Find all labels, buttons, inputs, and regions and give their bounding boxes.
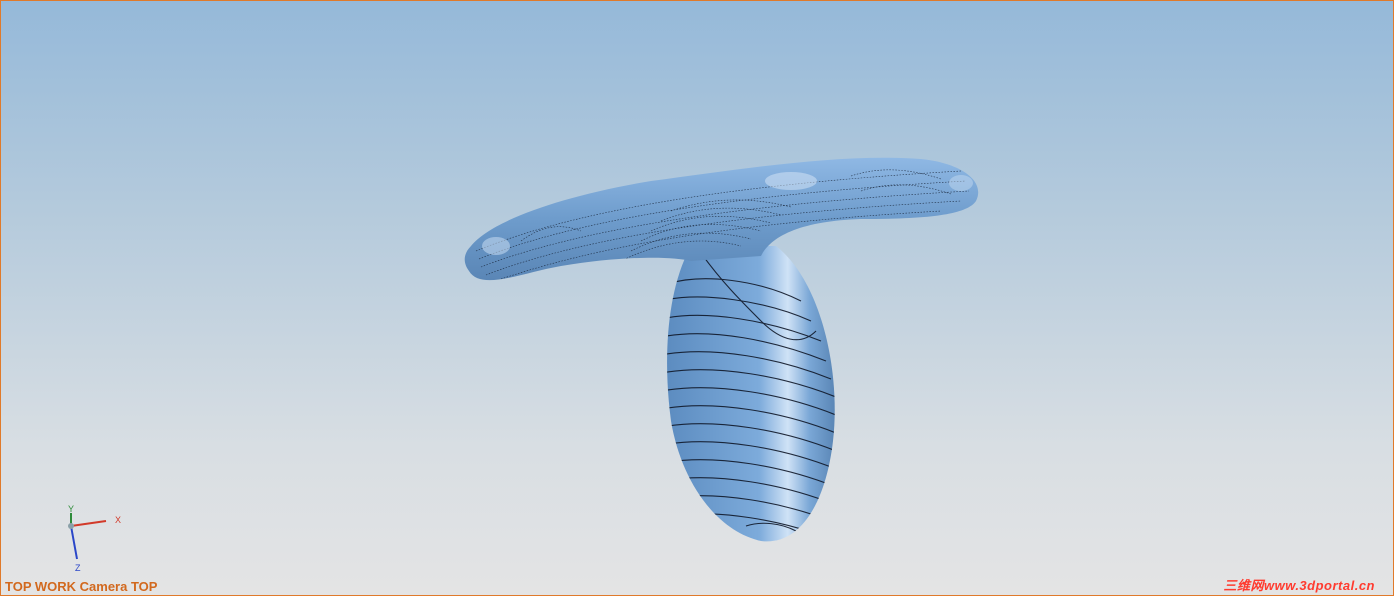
triad-x-label: X [115,515,121,525]
view-status-label: TOP WORK Camera TOP [5,579,158,594]
t-shaped-3d-model[interactable] [1,1,1394,596]
triad-z-label: Z [75,563,81,573]
triad-origin [68,523,74,529]
coordinate-triad: Y X Z [68,504,121,573]
triad-x-axis [70,520,107,527]
left-end-highlight [482,237,510,255]
right-end-highlight [949,175,973,191]
crossbar-highlight [765,172,817,190]
triad-y-label: Y [68,504,74,514]
graphics-viewport[interactable]: Y X Z TOP WORK Camera TOP 三维网www.3dporta… [0,0,1394,596]
model-stem [667,246,835,542]
watermark: 三维网www.3dportal.cn [1223,578,1375,593]
triad-z-axis [70,525,78,560]
